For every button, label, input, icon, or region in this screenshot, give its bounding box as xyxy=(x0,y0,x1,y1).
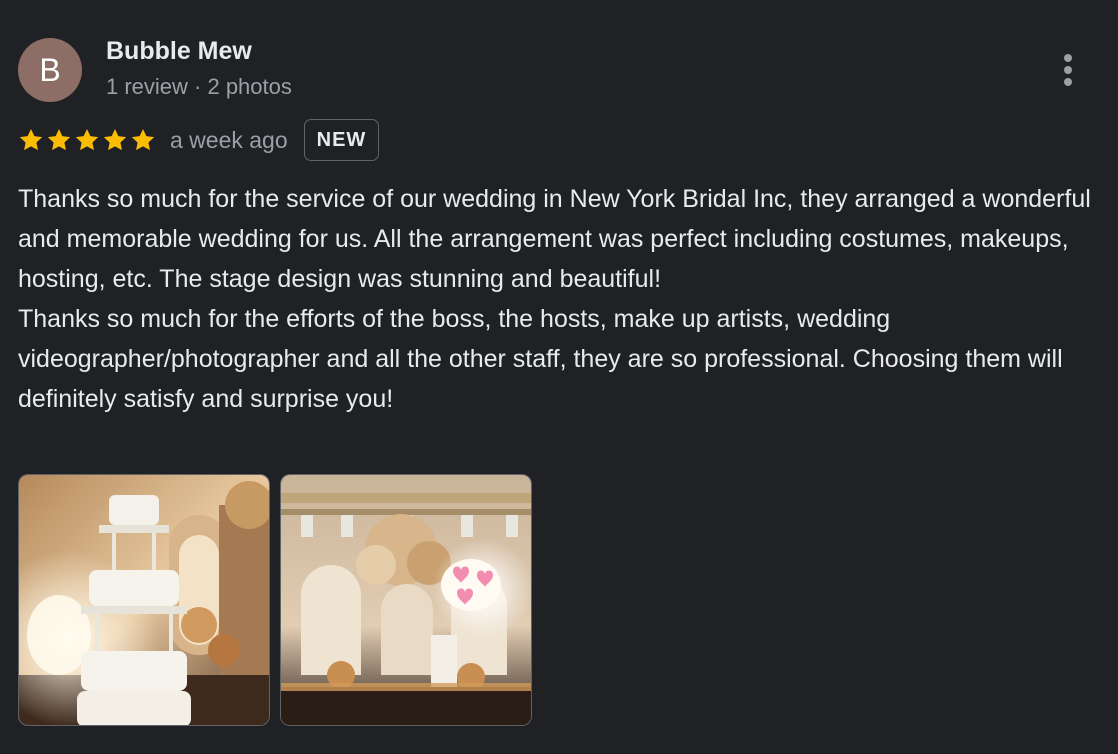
star-icon xyxy=(74,127,100,153)
star-icon xyxy=(18,127,44,153)
new-badge: NEW xyxy=(303,119,380,161)
star-icon xyxy=(130,127,156,153)
review-text: Thanks so much for the service of our we… xyxy=(18,179,1098,419)
avatar[interactable]: B xyxy=(18,38,82,102)
review-paragraph: Thanks so much for the efforts of the bo… xyxy=(18,305,1063,413)
star-rating xyxy=(18,127,156,153)
more-vertical-icon xyxy=(1064,54,1072,86)
star-icon xyxy=(102,127,128,153)
wedding-cake-photo[interactable] xyxy=(18,474,270,726)
more-options-button[interactable] xyxy=(1050,48,1086,92)
review-card: B Bubble Mew 1 review · 2 photos a week … xyxy=(0,0,1118,754)
review-paragraph: Thanks so much for the service of our we… xyxy=(18,185,1091,293)
photo-gallery xyxy=(18,474,532,726)
wedding-cake-image xyxy=(19,475,269,725)
wedding-stage-image xyxy=(281,475,531,725)
star-icon xyxy=(46,127,72,153)
reviewer-name[interactable]: Bubble Mew xyxy=(106,37,252,66)
reviewer-meta[interactable]: 1 review · 2 photos xyxy=(106,74,292,100)
review-date: a week ago xyxy=(170,126,288,153)
wedding-stage-photo[interactable] xyxy=(280,474,532,726)
rating-row: a week ago NEW xyxy=(18,118,380,162)
